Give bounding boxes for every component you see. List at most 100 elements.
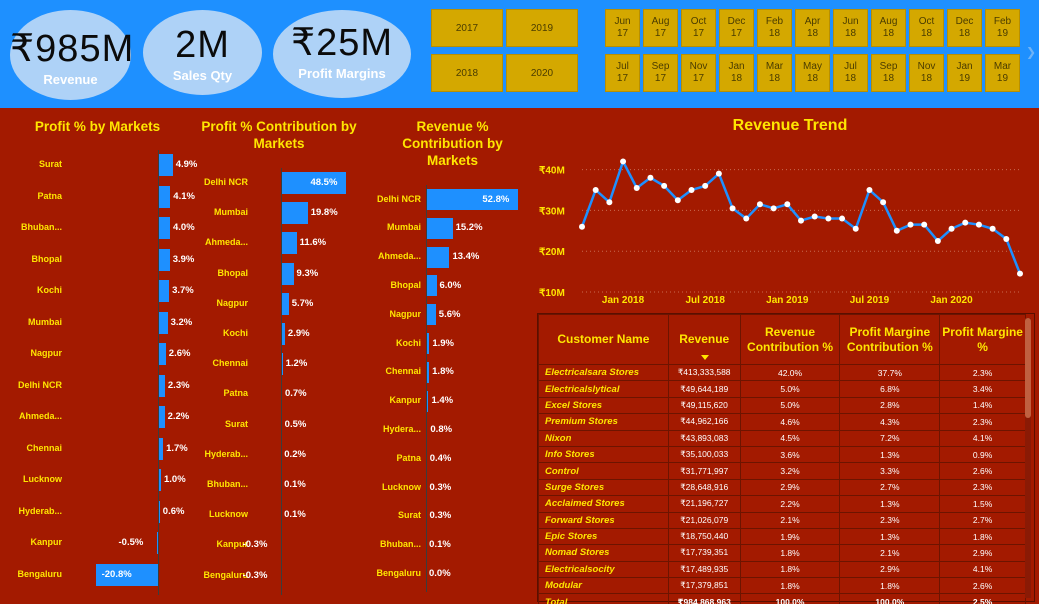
data-point[interactable]: [921, 221, 928, 228]
month-slicer-item[interactable]: Oct 18: [909, 9, 944, 47]
data-point[interactable]: [729, 205, 736, 212]
data-point[interactable]: [989, 225, 996, 232]
bar-category-label: Lucknow: [381, 481, 421, 492]
year-slicer-2019[interactable]: 2019: [506, 9, 578, 47]
month-slicer-item[interactable]: Mar 19: [985, 54, 1020, 92]
data-point[interactable]: [592, 187, 599, 193]
bar[interactable]: [158, 280, 170, 302]
table-row[interactable]: Info Stores ₹35,100,033 3.6% 1.3% 0.9%: [538, 445, 1026, 464]
month-slicer-item[interactable]: Dec 18: [947, 9, 982, 47]
data-point[interactable]: [688, 187, 695, 193]
data-point[interactable]: [852, 225, 859, 232]
table-row[interactable]: Acclaimed Stores ₹21,196,727 2.2% 1.3% 1.5%: [538, 495, 1026, 513]
month-slicer-item[interactable]: Sep 17: [643, 54, 678, 92]
table-row[interactable]: Modular ₹17,379,851 1.8% 1.8% 2.6%: [538, 577, 1026, 595]
column-header-revenue-contribution[interactable]: Revenue Contribution %: [739, 314, 841, 365]
bar[interactable]: [158, 374, 165, 397]
data-point[interactable]: [839, 215, 846, 222]
year-slicer-2018[interactable]: 2018: [431, 54, 503, 92]
scrollbar-thumb[interactable]: [1025, 318, 1031, 418]
data-point[interactable]: [948, 225, 955, 232]
data-point[interactable]: [620, 158, 627, 165]
bar[interactable]: [426, 304, 436, 326]
data-point[interactable]: [962, 219, 969, 226]
bar[interactable]: [281, 202, 308, 225]
year-slicer-2020[interactable]: 2020: [506, 54, 578, 92]
bar[interactable]: [281, 262, 294, 285]
data-point[interactable]: [975, 221, 982, 228]
table-scrollbar[interactable]: [1025, 318, 1031, 598]
data-point[interactable]: [770, 205, 777, 212]
month-slicer-item[interactable]: Oct 17: [681, 9, 716, 47]
bar[interactable]: [158, 311, 168, 334]
data-point[interactable]: [715, 170, 722, 177]
data-point[interactable]: [756, 201, 763, 208]
table-row[interactable]: Forward Stores ₹21,026,079 2.1% 2.3% 2.7%: [538, 511, 1026, 529]
table-row[interactable]: Nomad Stores ₹17,739,351 1.8% 2.1% 2.9%: [538, 544, 1026, 562]
data-point[interactable]: [1017, 270, 1023, 277]
data-point[interactable]: [784, 201, 791, 208]
table-row[interactable]: Control ₹31,771,997 3.2% 3.3% 2.6%: [538, 462, 1026, 480]
table-row[interactable]: Electricalsara Stores ₹413,333,588 42.0% 37…: [538, 363, 1026, 382]
table-row[interactable]: Nixon ₹43,893,083 4.5% 7.2% 4.1%: [538, 429, 1026, 447]
data-point[interactable]: [907, 221, 914, 228]
bar[interactable]: [158, 154, 173, 176]
month-slicer-item[interactable]: Aug 18: [871, 9, 906, 47]
chevron-right-icon[interactable]: ❯: [1026, 45, 1036, 59]
month-slicer-item[interactable]: Jul 18: [833, 54, 868, 92]
month-slicer-item[interactable]: Nov 18: [909, 54, 944, 92]
column-header-revenue[interactable]: Revenue: [667, 314, 741, 365]
month-slicer-item[interactable]: Jan 18: [719, 54, 754, 92]
data-point[interactable]: [866, 187, 873, 193]
table-row[interactable]: Premium Stores ₹44,962,166 4.6% 4.3% 2.3%: [538, 413, 1026, 431]
data-point[interactable]: [798, 217, 804, 224]
month-slicer-item[interactable]: Nov 17: [681, 54, 716, 92]
table-row[interactable]: Surge Stores ₹28,648,916 2.9% 2.7% 2.3%: [538, 478, 1026, 497]
table-row[interactable]: Electricalsocity ₹17,489,935 1.8% 2.9% 4.1%: [538, 560, 1026, 579]
month-slicer-item[interactable]: Jan 19: [947, 54, 982, 92]
bar[interactable]: [158, 185, 171, 208]
month-slicer-item[interactable]: Jul 17: [605, 54, 640, 92]
sort-descending-icon[interactable]: [700, 355, 709, 360]
column-header-profit-margine-contribution[interactable]: Profit Margine Contribution %: [839, 314, 941, 365]
data-point[interactable]: [825, 215, 832, 222]
data-point[interactable]: [633, 184, 640, 191]
data-point[interactable]: [606, 199, 613, 206]
bar[interactable]: [281, 292, 289, 315]
month-slicer-item[interactable]: Jun 17: [605, 9, 640, 47]
year-slicer-2017[interactable]: 2017: [431, 9, 503, 47]
bar[interactable]: [158, 248, 170, 271]
bar[interactable]: [426, 275, 437, 297]
data-point[interactable]: [743, 215, 750, 222]
month-slicer-item[interactable]: Dec 17: [719, 9, 754, 47]
table-row[interactable]: Excel Stores ₹49,115,620 5.0% 2.8% 1.4%: [538, 396, 1026, 415]
data-point[interactable]: [674, 197, 681, 204]
bar[interactable]: [426, 217, 453, 239]
data-point[interactable]: [934, 238, 941, 244]
table-row[interactable]: Epic Stores ₹18,750,440 1.9% 1.3% 1.8%: [538, 527, 1026, 546]
month-slicer-item[interactable]: Mar 18: [757, 54, 792, 92]
column-header-profit-margine[interactable]: Profit Margine %: [939, 314, 1026, 365]
bar[interactable]: [426, 246, 450, 268]
data-point[interactable]: [1003, 235, 1010, 242]
data-point[interactable]: [702, 182, 709, 189]
month-slicer-item[interactable]: May 18: [795, 54, 830, 92]
data-point[interactable]: [893, 227, 900, 234]
month-slicer-item[interactable]: Feb 18: [757, 9, 792, 47]
month-slicer-item[interactable]: Sep 18: [871, 54, 906, 92]
bar[interactable]: [158, 217, 170, 239]
month-slicer-item[interactable]: Apr 18: [795, 9, 830, 47]
table-row[interactable]: Electricalslytical ₹49,644,189 5.0% 6.8% 3.4…: [538, 380, 1026, 398]
table-cell: 0.9%: [939, 445, 1026, 464]
data-point[interactable]: [647, 174, 654, 181]
bar[interactable]: [281, 232, 297, 255]
month-slicer-item[interactable]: Feb 19: [985, 9, 1020, 47]
month-slicer-item[interactable]: Jun 18: [833, 9, 868, 47]
bar[interactable]: [158, 343, 166, 365]
data-point[interactable]: [880, 199, 887, 206]
data-point[interactable]: [579, 223, 585, 230]
data-point[interactable]: [661, 182, 668, 189]
column-header-customer-name[interactable]: Customer Name: [538, 314, 669, 365]
month-slicer-item[interactable]: Aug 17: [643, 9, 678, 47]
data-point[interactable]: [811, 213, 818, 220]
